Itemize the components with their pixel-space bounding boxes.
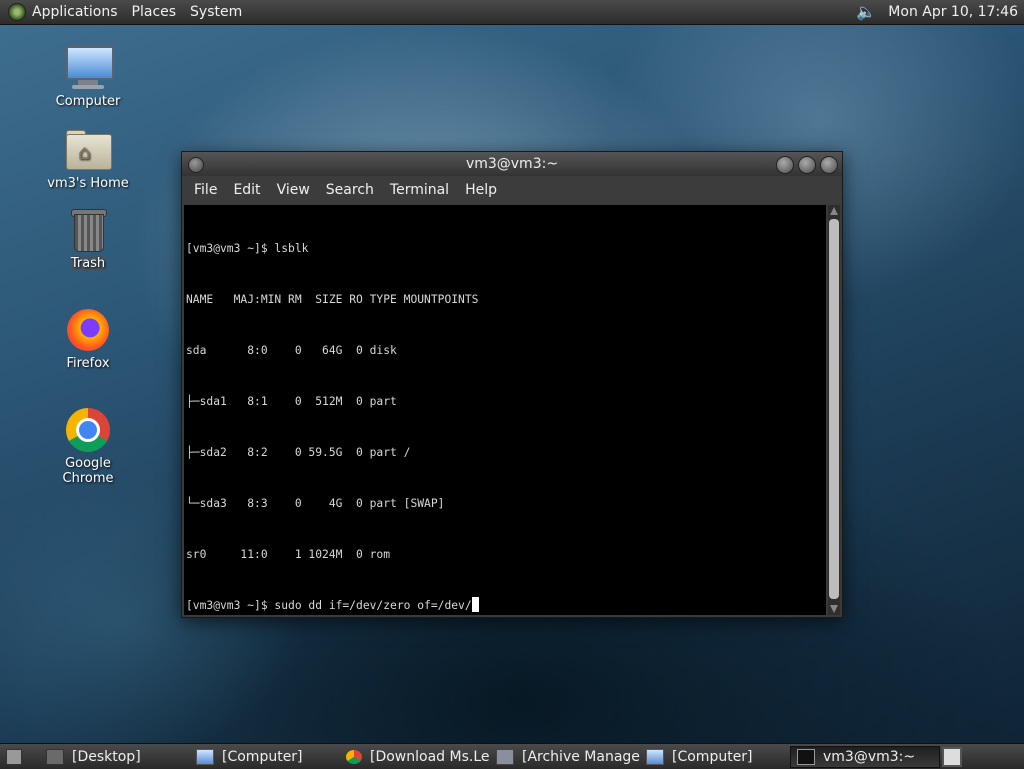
computer-icon: [196, 748, 214, 765]
top-panel: Applications Places System 🔈 Mon Apr 10,…: [0, 0, 1024, 25]
computer-icon: [646, 748, 664, 765]
trash-icon: [64, 206, 112, 254]
taskbar-item-label: [Computer]: [672, 748, 753, 765]
desktop-icon-label: vm3's Home: [47, 176, 129, 191]
desktop-icon-home[interactable]: ⌂ vm3's Home: [38, 126, 138, 191]
taskbar-item[interactable]: [Computer]: [640, 746, 790, 768]
terminal-menubar: File Edit View Search Terminal Help: [182, 176, 842, 204]
desktop-icon-label: Computer: [55, 94, 121, 109]
distro-logo-icon[interactable]: [8, 3, 26, 21]
text-cursor: [471, 597, 479, 612]
terminal-input-text: [vm3@vm3 ~]$ sudo dd if=/dev/zero of=/de…: [186, 599, 472, 612]
clock[interactable]: Mon Apr 10, 17:46: [888, 4, 1018, 20]
desktop-icon-trash[interactable]: Trash: [38, 206, 138, 271]
terminal-line: sr0 11:0 1 1024M 0 rom: [186, 548, 391, 561]
taskbar-item-label: vm3@vm3:~: [823, 748, 916, 765]
taskbar-item-label: [Download Ms.Le...: [370, 748, 490, 765]
terminal-window: vm3@vm3:~ File Edit View Search Terminal…: [181, 151, 843, 618]
chrome-icon: [346, 749, 362, 764]
scrollbar[interactable]: [828, 205, 840, 615]
desktop-icon: [46, 748, 64, 765]
bottom-panel: [Desktop] [Computer] [Download Ms.Le... …: [0, 743, 1024, 769]
menu-search[interactable]: Search: [318, 182, 382, 198]
top-panel-tray: 🔈 Mon Apr 10, 17:46: [856, 2, 1024, 22]
archive-icon: [496, 748, 514, 765]
workspace-switcher[interactable]: [942, 746, 962, 767]
taskbar-item[interactable]: [Computer]: [190, 746, 340, 768]
terminal-prompt-line[interactable]: [vm3@vm3 ~]$ sudo dd if=/dev/zero of=/de…: [186, 597, 826, 614]
window-menu-icon[interactable]: [188, 157, 204, 173]
taskbar-item[interactable]: [Desktop]: [40, 746, 190, 768]
terminal-line: [vm3@vm3 ~]$ lsblk: [186, 242, 309, 255]
terminal-output[interactable]: [vm3@vm3 ~]$ lsblk NAME MAJ:MIN RM SIZE …: [184, 205, 826, 615]
terminal-line: └─sda3 8:3 0 4G 0 part [SWAP]: [186, 497, 445, 510]
window-title: vm3@vm3:~: [465, 156, 559, 172]
desktop-icon-chrome[interactable]: Google Chrome: [38, 406, 138, 486]
desktop-icon-label: Google Chrome: [62, 456, 114, 486]
applications-menu[interactable]: Applications: [32, 4, 118, 20]
desktop-icon-firefox[interactable]: Firefox: [38, 306, 138, 371]
show-desktop-icon[interactable]: [6, 748, 22, 765]
home-folder-icon: ⌂: [64, 126, 112, 174]
firefox-icon: [64, 306, 112, 354]
taskbar-item-active[interactable]: vm3@vm3:~: [790, 745, 940, 768]
minimize-button[interactable]: [776, 156, 794, 174]
desktop-icon-computer[interactable]: Computer: [38, 44, 138, 109]
terminal-icon: [797, 748, 815, 765]
close-button[interactable]: [820, 156, 838, 174]
terminal-line: ├─sda1 8:1 0 512M 0 part: [186, 395, 397, 408]
taskbar-item[interactable]: [Download Ms.Le...: [340, 746, 490, 768]
computer-icon: [64, 44, 114, 92]
window-titlebar[interactable]: vm3@vm3:~: [182, 152, 842, 176]
system-menu[interactable]: System: [190, 4, 242, 20]
taskbar-item[interactable]: [Archive Manager]: [490, 746, 640, 768]
volume-icon[interactable]: 🔈: [856, 2, 876, 22]
chrome-icon: [64, 406, 112, 454]
maximize-button[interactable]: [798, 156, 816, 174]
scroll-down-arrow-icon[interactable]: [830, 605, 838, 613]
menu-help[interactable]: Help: [457, 182, 505, 198]
taskbar-item-label: [Desktop]: [72, 748, 141, 765]
menu-view[interactable]: View: [269, 182, 318, 198]
menu-terminal[interactable]: Terminal: [382, 182, 457, 198]
desktop-icon-label: Trash: [70, 256, 106, 271]
scroll-up-arrow-icon[interactable]: [830, 207, 838, 215]
terminal-line: NAME MAJ:MIN RM SIZE RO TYPE MOUNTPOINTS: [186, 293, 479, 306]
terminal-line: sda 8:0 0 64G 0 disk: [186, 344, 397, 357]
desktop-icon-label: Firefox: [66, 356, 110, 371]
terminal-line: ├─sda2 8:2 0 59.5G 0 part /: [186, 446, 411, 459]
scrollbar-thumb[interactable]: [829, 219, 839, 599]
places-menu[interactable]: Places: [132, 4, 177, 20]
menu-edit[interactable]: Edit: [225, 182, 268, 198]
menu-file[interactable]: File: [186, 182, 225, 198]
taskbar-item-label: [Computer]: [222, 748, 303, 765]
taskbar-item-label: [Archive Manager]: [522, 748, 640, 765]
